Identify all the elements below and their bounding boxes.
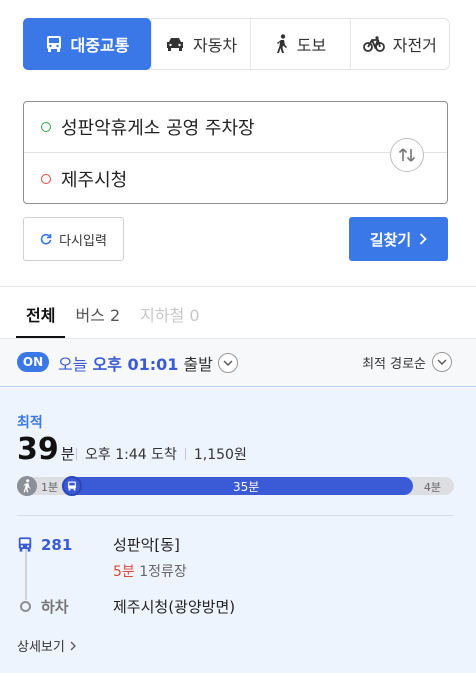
transport-mode-tabs: 대중교통 자동차 도보 자전거 <box>23 18 450 70</box>
tab-label: 도보 <box>296 36 327 55</box>
alight-label: 하차 <box>41 598 69 616</box>
bus-segment-duration: 35분 <box>233 480 260 494</box>
reset-label: 다시입력 <box>59 233 107 249</box>
walk-end-duration: 4분 <box>423 481 441 494</box>
origin-dot-icon <box>41 122 51 132</box>
destination-field[interactable]: 제주시청 <box>24 153 384 204</box>
result-type-tabs: 전체 버스 2 지하철 0 <box>16 298 210 338</box>
tab-public-transit[interactable]: 대중교통 <box>23 18 151 70</box>
tab-label: 자전거 <box>392 36 437 55</box>
route-timeline: 1분 35분 4분 <box>17 476 454 496</box>
destination-value: 제주시청 <box>61 169 128 191</box>
bus-arrival-info: 5분 1정류장 <box>113 561 187 581</box>
step-connector <box>25 548 27 600</box>
tab-label: 자동차 <box>192 36 238 55</box>
chevron-right-icon <box>420 233 427 245</box>
car-icon <box>166 38 183 51</box>
route-result-card[interactable]: 최적 39 분 오후 1:44 도착 1,150원 1분 35분 4분 281 … <box>0 388 476 673</box>
bus-number: 281 <box>41 535 73 554</box>
walk-icon <box>276 34 287 53</box>
tab-subway: 지하철 0 <box>140 306 200 325</box>
step-board: 281 성판악[동] <box>17 534 180 555</box>
search-route-button[interactable]: 길찾기 <box>349 217 448 261</box>
route-input-box: 성판악휴게소 공영 주차장 제주시청 <box>23 101 448 204</box>
walk-icon <box>17 476 37 496</box>
departure-toggle-badge[interactable]: ON <box>17 352 49 372</box>
tab-all[interactable]: 전체 <box>16 298 66 338</box>
sort-selector[interactable]: 최적 경로순 <box>362 352 452 372</box>
bus-icon <box>62 476 82 496</box>
details-label: 상세보기 <box>17 640 65 655</box>
swap-arrows-icon <box>398 148 416 162</box>
origin-field[interactable]: 성판악휴게소 공영 주차장 <box>24 102 447 153</box>
chevron-down-icon <box>217 353 238 373</box>
arrival-time: 오후 1:44 도착 <box>85 447 177 463</box>
chevron-down-icon <box>432 352 452 372</box>
details-link[interactable]: 상세보기 <box>17 636 76 655</box>
tab-walk[interactable]: 도보 <box>250 19 349 69</box>
total-duration: 39 분 <box>17 432 75 467</box>
tab-bicycle[interactable]: 자전거 <box>349 19 449 69</box>
chevron-right-icon <box>70 641 76 650</box>
card-divider <box>17 515 454 516</box>
origin-value: 성판악휴게소 공영 주차장 <box>61 118 255 139</box>
sort-label: 최적 경로순 <box>362 356 426 372</box>
reset-button[interactable]: 다시입력 <box>23 217 124 261</box>
board-stop: 성판악[동] <box>113 536 180 554</box>
bus-icon <box>18 537 32 552</box>
destination-dot-icon <box>41 173 51 184</box>
step-alight: 하차 제주시청(광양방면) <box>17 596 235 617</box>
duration-number: 39 <box>17 432 59 467</box>
separator <box>76 448 77 460</box>
departure-suffix: 출발 <box>183 355 213 374</box>
departure-time-selector[interactable]: 오늘 오후 01:01 출발 <box>58 351 238 375</box>
departure-bar: ON 오늘 오후 01:01 출발 최적 경로순 <box>0 338 476 387</box>
stop-count: 1정류장 <box>139 564 187 580</box>
separator <box>184 448 186 460</box>
duration-unit: 분 <box>60 445 75 463</box>
alight-dot-icon <box>20 601 31 612</box>
departure-day: 오늘 <box>58 355 88 374</box>
bus-icon <box>46 36 61 52</box>
bicycle-icon <box>362 36 385 52</box>
departure-time: 오후 01:01 <box>92 355 179 374</box>
alight-stop: 제주시청(광양방면) <box>113 598 236 616</box>
best-route-tag: 최적 <box>17 415 43 431</box>
swap-button[interactable] <box>390 138 424 172</box>
fare: 1,150원 <box>193 447 247 463</box>
tab-car[interactable]: 자동차 <box>150 19 250 69</box>
section-divider <box>0 286 476 287</box>
walk-start-duration: 1분 <box>41 481 59 494</box>
route-summary: 오후 1:44 도착 1,150원 <box>76 444 247 464</box>
search-label: 길찾기 <box>369 230 412 249</box>
bus-route[interactable]: 281 <box>17 536 113 554</box>
wait-time: 5분 <box>113 564 135 580</box>
tab-bus[interactable]: 버스 2 <box>65 298 130 338</box>
alight-label-group: 하차 <box>17 596 113 617</box>
tab-label: 대중교통 <box>70 36 130 55</box>
refresh-icon <box>40 233 52 245</box>
